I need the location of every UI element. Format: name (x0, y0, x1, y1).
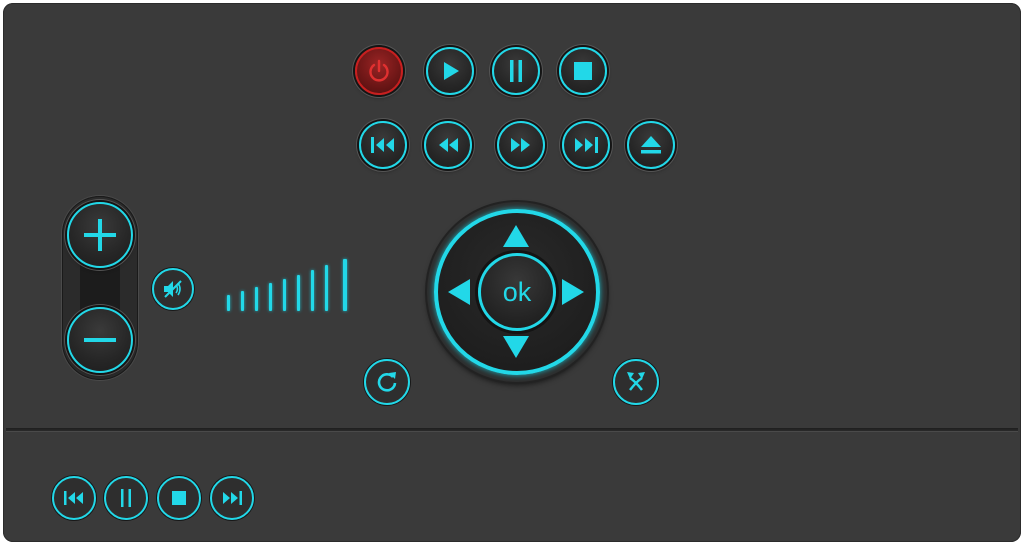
ok-label: ok (502, 276, 532, 307)
plus-icon (84, 219, 116, 251)
volume-level-bar (227, 295, 230, 311)
fast-forward-icon (511, 138, 530, 152)
stop-button[interactable] (559, 47, 607, 95)
volume-level-bar (325, 265, 328, 311)
replay-icon (377, 372, 397, 392)
stop-icon (574, 62, 592, 80)
replay-button[interactable] (364, 359, 410, 405)
mute-icon (164, 280, 182, 298)
skip-previous-icon (64, 491, 83, 505)
minus-icon (84, 338, 116, 342)
volume-level-bar (297, 275, 300, 311)
mini-pause-button[interactable] (104, 476, 148, 520)
volume-down-button[interactable] (67, 307, 133, 373)
mute-button[interactable] (152, 268, 194, 310)
play-icon (444, 62, 459, 80)
arrow-left-icon (448, 279, 470, 305)
volume-level-bar (283, 279, 286, 311)
volume-level-meter (225, 255, 355, 311)
mini-skip-next-button[interactable] (210, 476, 254, 520)
volume-level-bar (241, 291, 244, 311)
arrow-right-icon (562, 279, 584, 305)
pause-button[interactable] (492, 47, 540, 95)
volume-level-bar (269, 283, 272, 311)
arrow-down-icon (503, 336, 529, 358)
mini-skip-previous-button[interactable] (52, 476, 96, 520)
mini-stop-button[interactable] (157, 476, 201, 520)
section-divider (6, 428, 1018, 432)
play-button[interactable] (426, 47, 474, 95)
pause-icon (510, 60, 522, 82)
fast-forward-button[interactable] (497, 121, 545, 169)
dpad-right-button[interactable] (557, 276, 589, 308)
power-icon (369, 59, 389, 82)
stop-icon (172, 491, 186, 505)
skip-previous-icon (371, 137, 394, 153)
skip-previous-button[interactable] (359, 121, 407, 169)
ok-button[interactable]: ok (478, 253, 556, 331)
dpad-up-button[interactable] (500, 220, 532, 252)
rewind-icon (439, 138, 458, 152)
arrow-up-icon (503, 225, 529, 247)
volume-up-button[interactable] (67, 202, 133, 268)
skip-next-button[interactable] (562, 121, 610, 169)
skip-next-icon (223, 491, 242, 505)
rewind-button[interactable] (424, 121, 472, 169)
eject-button[interactable] (627, 121, 675, 169)
volume-level-bar (311, 270, 314, 311)
pause-icon (121, 489, 131, 507)
power-button[interactable] (355, 47, 403, 95)
shuffle-button[interactable] (613, 359, 659, 405)
dpad-left-button[interactable] (443, 276, 475, 308)
volume-level-bar (343, 259, 347, 311)
eject-icon (641, 136, 661, 154)
skip-next-icon (575, 137, 598, 153)
dpad-down-button[interactable] (500, 331, 532, 363)
shuffle-icon (627, 372, 645, 391)
volume-level-bar (255, 287, 258, 311)
